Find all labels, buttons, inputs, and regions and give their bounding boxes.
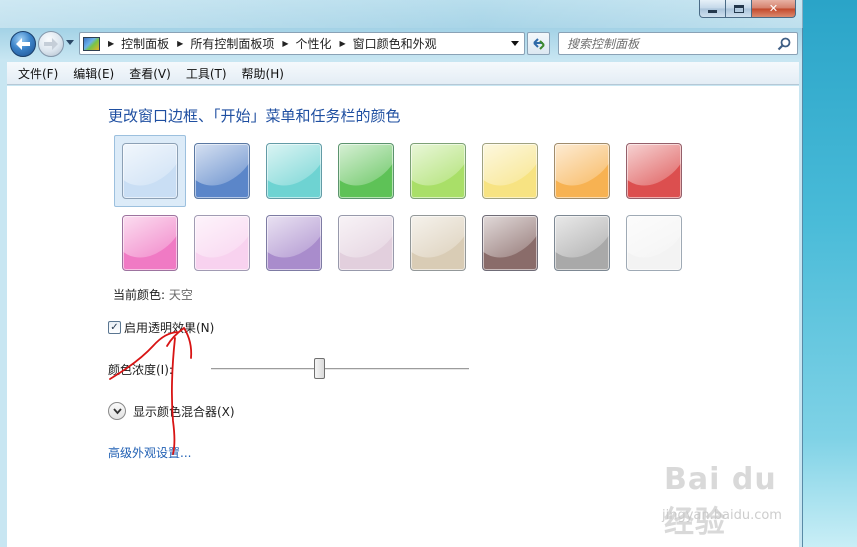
color-swatch-tile[interactable] xyxy=(554,143,610,199)
close-icon: ✕ xyxy=(768,2,779,15)
menu-bar: 文件(F) 编辑(E) 查看(V) 工具(T) 帮助(H) xyxy=(7,62,799,85)
color-swatch-15[interactable] xyxy=(546,207,618,279)
control-panel-icon xyxy=(83,36,100,51)
color-swatch-4[interactable] xyxy=(330,135,402,207)
search-box[interactable] xyxy=(558,32,798,55)
color-mixer-label[interactable]: 显示颜色混合器(X) xyxy=(133,403,235,420)
color-swatch-tile[interactable] xyxy=(194,143,250,199)
color-swatch-3[interactable] xyxy=(258,135,330,207)
close-button[interactable]: ✕ xyxy=(752,0,796,18)
chevron-right-icon[interactable]: ▶ xyxy=(108,39,114,48)
color-swatch-tile[interactable] xyxy=(338,215,394,271)
color-swatch-tile[interactable] xyxy=(194,215,250,271)
page-title: 更改窗口边框、「开始」菜单和任务栏的颜色 xyxy=(108,107,401,125)
expand-button[interactable] xyxy=(108,402,126,420)
color-swatch-5[interactable] xyxy=(402,135,474,207)
breadcrumb-control-panel[interactable]: 控制面板 xyxy=(121,35,169,52)
color-swatch-tile[interactable] xyxy=(122,215,178,271)
transparency-label[interactable]: 启用透明效果(N) xyxy=(124,319,214,336)
current-color-value: 天空 xyxy=(168,288,193,302)
menu-tools[interactable]: 工具(T) xyxy=(179,63,235,84)
transparency-option[interactable]: ✓ 启用透明效果(N) xyxy=(108,319,214,336)
slider-thumb[interactable] xyxy=(313,358,325,379)
maximize-icon xyxy=(733,4,744,13)
color-swatch-13[interactable] xyxy=(402,207,474,279)
address-bar[interactable]: ▶ 控制面板 ▶ 所有控制面板项 ▶ 个性化 ▶ 窗口颜色和外观 xyxy=(79,32,525,55)
minimize-button[interactable] xyxy=(699,0,726,18)
menu-view[interactable]: 查看(V) xyxy=(122,63,179,84)
chevron-right-icon[interactable]: ▶ xyxy=(340,39,346,48)
color-swatch-14[interactable] xyxy=(474,207,546,279)
breadcrumb-all-items[interactable]: 所有控制面板项 xyxy=(190,35,274,52)
address-dropdown[interactable] xyxy=(506,33,524,54)
color-swatch-tile[interactable] xyxy=(482,215,538,271)
menu-file[interactable]: 文件(F) xyxy=(11,63,66,84)
current-color-label: 当前颜色: xyxy=(113,288,166,302)
menu-help[interactable]: 帮助(H) xyxy=(235,63,292,84)
menu-edit[interactable]: 编辑(E) xyxy=(66,63,122,84)
color-intensity-slider[interactable] xyxy=(211,368,469,371)
color-swatch-12[interactable] xyxy=(330,207,402,279)
color-swatch-tile[interactable] xyxy=(266,143,322,199)
color-swatch-tile[interactable] xyxy=(410,215,466,271)
refresh-icon xyxy=(532,37,545,50)
refresh-button[interactable] xyxy=(527,32,550,55)
color-swatch-1[interactable] xyxy=(114,135,186,207)
color-swatch-tile[interactable] xyxy=(410,143,466,199)
color-swatch-10[interactable] xyxy=(186,207,258,279)
watermark-url: jingyan.baidu.com xyxy=(662,508,782,523)
search-input[interactable] xyxy=(567,36,767,51)
baidu-logo: Bai du 经验 xyxy=(664,462,777,540)
chevron-down-icon xyxy=(112,407,122,414)
navigation-bar: ▶ 控制面板 ▶ 所有控制面板项 ▶ 个性化 ▶ 窗口颜色和外观 xyxy=(0,28,803,60)
color-swatch-grid xyxy=(114,135,684,279)
color-swatch-tile[interactable] xyxy=(554,215,610,271)
color-swatch-tile[interactable] xyxy=(338,143,394,199)
back-button[interactable] xyxy=(10,31,36,57)
color-swatch-tile[interactable] xyxy=(626,215,682,271)
baidu-watermark: Bai du 经验 jingyan.baidu.com xyxy=(656,458,806,540)
caption-buttons: ✕ xyxy=(699,0,796,18)
color-swatch-16[interactable] xyxy=(618,207,690,279)
color-swatch-7[interactable] xyxy=(546,135,618,207)
color-swatch-8[interactable] xyxy=(618,135,690,207)
color-intensity-label: 颜色浓度(I): xyxy=(108,363,173,377)
arrow-left-icon xyxy=(16,38,30,50)
transparency-checkbox[interactable]: ✓ xyxy=(108,321,121,334)
color-mixer-toggle[interactable]: 显示颜色混合器(X) xyxy=(108,402,235,420)
color-swatch-tile[interactable] xyxy=(482,143,538,199)
desktop-background xyxy=(802,0,857,547)
color-swatch-11[interactable] xyxy=(258,207,330,279)
chevron-right-icon[interactable]: ▶ xyxy=(282,39,288,48)
breadcrumb-window-color[interactable]: 窗口颜色和外观 xyxy=(353,35,437,52)
breadcrumb-personalization[interactable]: 个性化 xyxy=(296,35,332,52)
search-icon[interactable] xyxy=(777,37,791,51)
color-swatch-6[interactable] xyxy=(474,135,546,207)
advanced-appearance-link[interactable]: 高级外观设置... xyxy=(108,444,191,461)
color-swatch-9[interactable] xyxy=(114,207,186,279)
color-swatch-tile[interactable] xyxy=(626,143,682,199)
chevron-down-icon xyxy=(511,41,519,46)
arrow-right-icon xyxy=(44,38,58,50)
recent-pages-dropdown[interactable] xyxy=(66,40,74,45)
chevron-right-icon[interactable]: ▶ xyxy=(177,39,183,48)
color-swatch-tile[interactable] xyxy=(266,215,322,271)
minimize-icon xyxy=(708,10,717,13)
current-color: 当前颜色: 天空 xyxy=(113,286,193,303)
maximize-button[interactable] xyxy=(726,0,752,18)
forward-button[interactable] xyxy=(38,31,64,57)
title-bar xyxy=(0,0,803,28)
color-swatch-tile[interactable] xyxy=(122,143,178,199)
color-swatch-2[interactable] xyxy=(186,135,258,207)
